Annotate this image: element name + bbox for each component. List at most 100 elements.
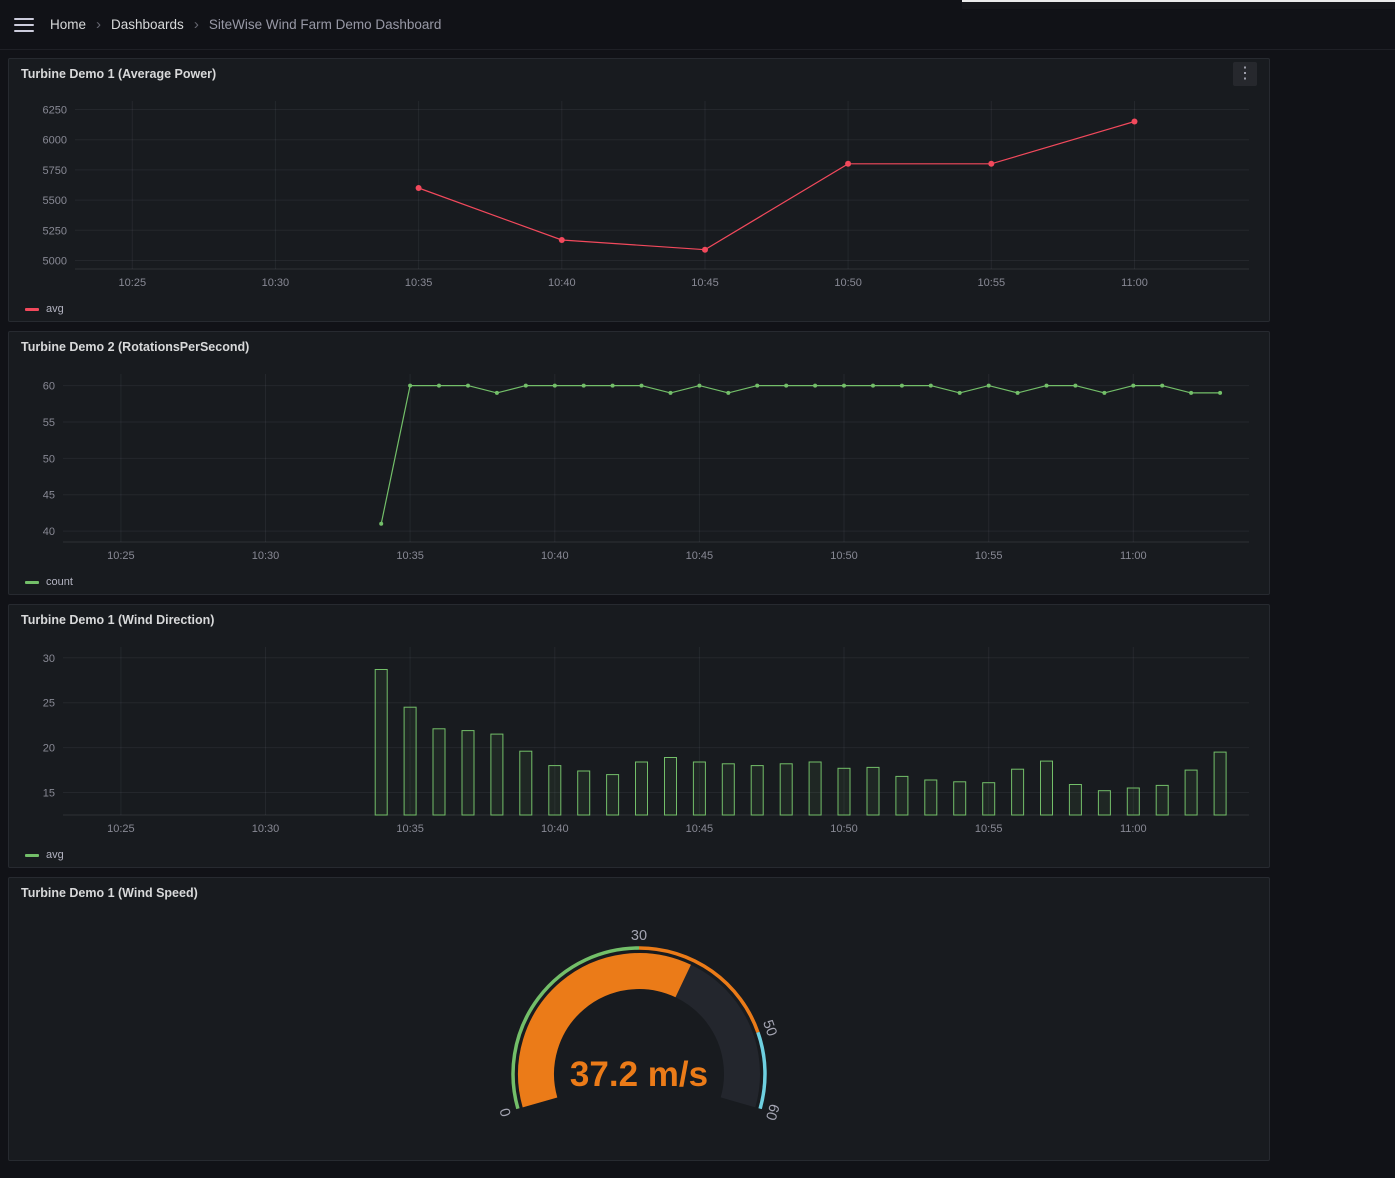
data-point <box>988 161 994 167</box>
legend-series-swatch <box>25 581 39 584</box>
bar <box>404 707 416 815</box>
panel-title-average-power[interactable]: Turbine Demo 1 (Average Power) <box>21 67 216 81</box>
data-point <box>640 384 644 388</box>
svg-text:40: 40 <box>43 526 55 538</box>
data-point <box>1073 384 1077 388</box>
wind-direction-bar-chart[interactable]: 1520253010:2510:3010:3510:4010:4510:5010… <box>9 635 1269 846</box>
data-point <box>437 384 441 388</box>
data-point <box>416 185 422 191</box>
bar <box>491 734 503 815</box>
data-point <box>524 384 528 388</box>
dashboard-panels: Turbine Demo 1 (Average Power) ⋮ 5000525… <box>0 50 1395 1178</box>
bar <box>433 729 445 815</box>
data-point <box>1045 384 1049 388</box>
bar <box>1214 752 1226 815</box>
svg-text:10:55: 10:55 <box>978 277 1006 289</box>
svg-text:10:40: 10:40 <box>548 277 576 289</box>
data-point <box>379 522 383 526</box>
bar <box>375 670 387 816</box>
average-power-line-chart[interactable]: 50005250550057506000625010:2510:3010:351… <box>9 89 1269 300</box>
gauge-scale-label: 30 <box>631 927 647 943</box>
legend-label-avg[interactable]: avg <box>46 303 64 315</box>
panel-header: Turbine Demo 1 (Average Power) ⋮ <box>9 59 1269 89</box>
data-point <box>987 384 991 388</box>
menu-toggle-icon[interactable] <box>14 18 34 32</box>
data-point <box>726 391 730 395</box>
gauge-scale-label: 60 <box>762 1102 782 1122</box>
breadcrumb-separator-icon: › <box>96 17 101 32</box>
data-point <box>582 384 586 388</box>
panel-wind-speed: Turbine Demo 1 (Wind Speed) 030506037.2 … <box>8 877 1270 1161</box>
bar <box>809 762 821 815</box>
series-line <box>381 386 1220 524</box>
gauge-container: 030506037.2 m/s <box>9 908 1269 1160</box>
svg-text:10:50: 10:50 <box>830 823 858 835</box>
svg-text:10:35: 10:35 <box>396 550 424 562</box>
svg-text:10:45: 10:45 <box>691 277 719 289</box>
hamburger-bar <box>14 24 34 26</box>
bar <box>462 731 474 815</box>
svg-text:15: 15 <box>43 788 55 800</box>
bar <box>867 767 879 815</box>
rotations-line-chart[interactable]: 404550556010:2510:3010:3510:4010:4510:50… <box>9 362 1269 573</box>
data-point <box>1218 391 1222 395</box>
svg-text:50: 50 <box>43 453 55 465</box>
data-point <box>1132 119 1138 125</box>
panel-title-wind-speed[interactable]: Turbine Demo 1 (Wind Speed) <box>21 886 198 900</box>
svg-text:10:25: 10:25 <box>119 277 147 289</box>
data-point <box>559 237 565 243</box>
data-point <box>784 384 788 388</box>
data-point <box>958 391 962 395</box>
panel-header: Turbine Demo 1 (Wind Speed) <box>9 878 1269 908</box>
data-point <box>1189 391 1193 395</box>
svg-text:11:00: 11:00 <box>1120 823 1147 835</box>
breadcrumb-home[interactable]: Home <box>50 17 86 32</box>
svg-text:10:55: 10:55 <box>975 550 1003 562</box>
svg-text:10:35: 10:35 <box>396 823 424 835</box>
legend-series-swatch <box>25 854 39 857</box>
bar <box>1069 785 1081 816</box>
svg-text:6000: 6000 <box>43 135 67 147</box>
wind-speed-gauge[interactable]: 030506037.2 m/s <box>459 922 819 1147</box>
bar <box>636 762 648 815</box>
gauge-scale-label: 50 <box>759 1017 779 1038</box>
panel-header: Turbine Demo 1 (Wind Direction) <box>9 605 1269 635</box>
svg-text:5500: 5500 <box>43 195 67 207</box>
bar <box>983 783 995 815</box>
bar <box>954 782 966 815</box>
panel-menu-icon[interactable]: ⋮ <box>1233 62 1257 86</box>
svg-text:10:45: 10:45 <box>686 823 714 835</box>
legend: count <box>9 573 1269 597</box>
panel-title-wind-direction[interactable]: Turbine Demo 1 (Wind Direction) <box>21 613 214 627</box>
panel-header: Turbine Demo 2 (RotationsPerSecond) <box>9 332 1269 362</box>
bar <box>665 758 677 816</box>
bar <box>780 764 792 815</box>
data-point <box>611 384 615 388</box>
legend-series-swatch <box>25 308 39 311</box>
panel-title-rotations[interactable]: Turbine Demo 2 (RotationsPerSecond) <box>21 340 249 354</box>
bar <box>1156 785 1168 815</box>
svg-text:5000: 5000 <box>43 256 67 268</box>
bar <box>722 764 734 815</box>
data-point <box>495 391 499 395</box>
svg-text:25: 25 <box>43 698 55 710</box>
bar <box>693 762 705 815</box>
svg-text:10:30: 10:30 <box>252 823 280 835</box>
data-point <box>1102 391 1106 395</box>
hamburger-bar <box>14 18 34 20</box>
data-point <box>702 247 708 253</box>
svg-text:10:40: 10:40 <box>541 823 569 835</box>
legend: avg <box>9 846 1269 870</box>
bar <box>1185 770 1197 815</box>
top-right-overlay-edge <box>962 0 1395 9</box>
legend-label-avg[interactable]: avg <box>46 849 64 861</box>
svg-text:45: 45 <box>43 490 55 502</box>
svg-text:10:55: 10:55 <box>975 823 1003 835</box>
bar-chart-svg: 1520253010:2510:3010:3510:4010:4510:5010… <box>17 635 1261 841</box>
legend-label-count[interactable]: count <box>46 576 73 588</box>
breadcrumb-separator-icon: › <box>194 17 199 32</box>
data-point <box>1160 384 1164 388</box>
svg-text:10:25: 10:25 <box>107 550 135 562</box>
svg-text:10:30: 10:30 <box>262 277 290 289</box>
breadcrumb-dashboards[interactable]: Dashboards <box>111 17 184 32</box>
